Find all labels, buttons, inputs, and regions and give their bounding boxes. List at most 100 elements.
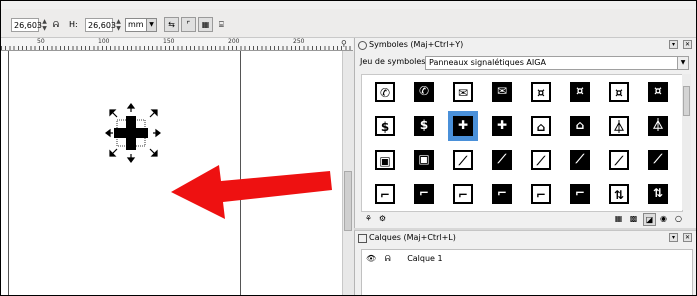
first-aid-icon: ✚ xyxy=(492,116,512,136)
symbol-cell[interactable]: $ xyxy=(370,111,400,141)
symbol-cell[interactable]: ⌐ xyxy=(448,179,478,209)
x-value-input[interactable]: 26,603 xyxy=(11,18,42,32)
h-label: H: xyxy=(69,20,78,29)
layers-list: 👁 ᕱ Calque 1 xyxy=(361,249,693,295)
stairs-up-icon: ⌐ xyxy=(570,184,590,204)
symbol-cell[interactable]: ⇅ xyxy=(604,179,634,209)
stairs-icon: ⌐ xyxy=(375,184,395,204)
telephone-icon: ✆ xyxy=(375,82,395,102)
symbols-panel-footer: ⚘ ⚙ ▦ ▩ ◪ ◉ ○ xyxy=(355,211,696,227)
canvas-vertical-scrollbar[interactable] xyxy=(342,51,354,295)
iconify-button[interactable]: ▾ xyxy=(669,40,678,49)
symbol-cell[interactable]: ▣ xyxy=(370,145,400,175)
symbol-cell[interactable]: ⌂ xyxy=(526,111,556,141)
symbol-cell[interactable]: ✆ xyxy=(409,77,439,107)
move-patterns-toggle-icon[interactable]: ⌸ xyxy=(219,19,224,31)
add-symbol-icon[interactable]: ⚘ xyxy=(363,213,374,224)
symbol-cell[interactable]: ⟋ xyxy=(448,145,478,175)
layers-panel-header: Calques (Maj+Ctrl+L) ▾ ✕ xyxy=(355,231,696,245)
ruler-label: 100 xyxy=(98,38,110,45)
chevron-down-icon: ▼ xyxy=(677,57,688,69)
symbol-cell[interactable]: ⌂ xyxy=(565,111,595,141)
layers-panel-title: Calques (Maj+Ctrl+L) xyxy=(369,233,456,242)
selected-first-aid-symbol[interactable] xyxy=(114,116,148,150)
remove-symbol-icon[interactable]: ⚙ xyxy=(377,213,388,224)
scrollbar-thumb[interactable] xyxy=(344,171,352,231)
currency-exchange-icon: ¤ xyxy=(570,82,590,102)
h-value-input[interactable]: 26,603 xyxy=(85,18,116,32)
symbol-cell[interactable]: ¤ xyxy=(604,77,634,107)
red-arrow-annotation xyxy=(171,165,332,219)
symbol-cell[interactable]: ⟋ xyxy=(604,145,634,175)
zoom-icon[interactable]: ⚲ xyxy=(341,39,347,48)
symbol-cell[interactable]: ⟋ xyxy=(565,145,595,175)
scale-corners-toggle-icon[interactable]: ⌜ xyxy=(181,17,196,32)
hanger-icon: ⏃ xyxy=(609,116,629,136)
stairs-icon: ⌐ xyxy=(414,184,434,204)
escalator-up-icon: ⟋ xyxy=(648,150,668,170)
symbol-cell[interactable]: ⌐ xyxy=(565,179,595,209)
dollar-icon: $ xyxy=(375,116,395,136)
ruler-label: 250 xyxy=(293,38,305,45)
hanger-icon: ⏃ xyxy=(648,116,668,136)
symbol-cell[interactable]: ▣ xyxy=(409,145,439,175)
symbol-cell[interactable]: ⟋ xyxy=(643,145,673,175)
eye-icon[interactable]: 👁 xyxy=(366,254,376,263)
drawing-canvas[interactable] xyxy=(1,51,342,295)
small-icons-icon[interactable]: ▦ xyxy=(613,213,624,224)
symbol-cell[interactable]: ⌐ xyxy=(526,179,556,209)
lock-icon[interactable]: ᕱ xyxy=(385,254,391,263)
currency-exchange-icon: ¤ xyxy=(531,82,551,102)
ruler-label: 50 xyxy=(37,38,45,45)
zoom-in-icon[interactable]: ○ xyxy=(673,213,684,224)
scrollbar-thumb[interactable] xyxy=(683,86,690,116)
symbol-cell[interactable]: ✉ xyxy=(448,77,478,107)
close-icon[interactable]: ✕ xyxy=(683,233,692,242)
layers-panel-icon xyxy=(358,234,367,243)
symbol-cell[interactable]: ⟋ xyxy=(526,145,556,175)
symbols-panel-title: Symboles (Maj+Ctrl+Y) xyxy=(369,40,464,49)
zoom-out-icon[interactable]: ◉ xyxy=(658,213,669,224)
symbol-cell[interactable]: ¤ xyxy=(565,77,595,107)
close-icon[interactable]: ✕ xyxy=(683,40,692,49)
x-spin-arrows-icon[interactable]: ▲ ▼ xyxy=(41,18,48,32)
symbol-cell[interactable]: $ xyxy=(409,111,439,141)
symbol-set-label: Jeu de symboles : xyxy=(360,57,431,66)
layer-name: Calque 1 xyxy=(407,254,443,263)
symbols-panel-icon xyxy=(358,41,367,50)
iconify-button[interactable]: ▾ xyxy=(669,233,678,242)
symbol-cell[interactable]: ✚ xyxy=(448,111,478,141)
symbol-cell[interactable]: ⌐ xyxy=(370,179,400,209)
fit-symbol-icon[interactable]: ◪ xyxy=(643,213,656,226)
symbol-set-value: Panneaux signalétiques AIGA xyxy=(429,58,546,67)
move-gradients-toggle-icon[interactable]: ▦ xyxy=(198,17,213,32)
telephone-icon: ✆ xyxy=(414,82,434,102)
symbols-grid-scrollbar[interactable] xyxy=(682,74,691,210)
symbol-cell[interactable]: ✆ xyxy=(370,77,400,107)
symbol-cell[interactable]: ⌐ xyxy=(409,179,439,209)
symbol-cell[interactable]: ¤ xyxy=(643,77,673,107)
ruler-label: 200 xyxy=(228,38,240,45)
unit-select[interactable]: mm ▼ xyxy=(125,18,157,32)
baggage-lockers-icon: ▣ xyxy=(414,150,434,170)
symbol-cell[interactable]: ⇅ xyxy=(643,179,673,209)
lock-icon[interactable]: ᕱ xyxy=(53,19,59,31)
coat-check-icon: ⌂ xyxy=(531,116,551,136)
symbol-cell[interactable]: ⏃ xyxy=(643,111,673,141)
escalator-up-icon: ⟋ xyxy=(609,150,629,170)
layer-row[interactable]: 👁 ᕱ Calque 1 xyxy=(366,254,443,264)
symbol-cell[interactable]: ⟋ xyxy=(487,145,517,175)
mail-icon: ✉ xyxy=(492,82,512,102)
symbol-cell[interactable]: ✚ xyxy=(487,111,517,141)
symbols-panel: Symboles (Maj+Ctrl+Y) ▾ ✕ Jeu de symbole… xyxy=(354,38,696,228)
symbol-cell[interactable]: ¤ xyxy=(526,77,556,107)
symbol-cell[interactable]: ⌐ xyxy=(487,179,517,209)
elevator-icon: ⇅ xyxy=(609,184,629,204)
symbol-set-select[interactable]: Panneaux signalétiques AIGA ▼ xyxy=(425,56,689,70)
symbol-cell[interactable]: ⏃ xyxy=(604,111,634,141)
horizontal-ruler: 50 100 150 200 250 ⚲ xyxy=(1,38,353,51)
large-icons-icon[interactable]: ▩ xyxy=(628,213,639,224)
symbol-cell[interactable]: ✉ xyxy=(487,77,517,107)
h-spin-arrows-icon[interactable]: ▲ ▼ xyxy=(115,18,122,32)
scale-stroke-toggle-icon[interactable]: ⇆ xyxy=(164,17,179,32)
